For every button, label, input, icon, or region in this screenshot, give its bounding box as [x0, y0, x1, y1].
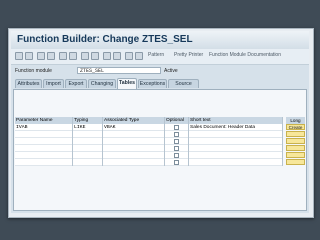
cell-associated-type[interactable]: [103, 138, 165, 145]
application-toolbar: Pattern Pretty Printer Function Module D…: [11, 49, 309, 65]
cell-optional: [165, 131, 189, 138]
function-module-label: Function module: [15, 68, 52, 74]
other-object-icon[interactable]: [47, 52, 55, 60]
table-header: Parameter Name Typing Associated Type Op…: [15, 117, 283, 124]
cell-parameter-name[interactable]: [15, 152, 73, 159]
cell-parameter-name[interactable]: [15, 131, 73, 138]
cell-associated-type[interactable]: [103, 131, 165, 138]
cell-typing[interactable]: [73, 131, 103, 138]
cell-typing[interactable]: LIKE: [73, 124, 103, 131]
optional-checkbox[interactable]: [174, 132, 179, 137]
table-row[interactable]: [15, 152, 283, 159]
window-title: Function Builder: Change ZTES_SEL: [17, 34, 193, 45]
cell-short-text[interactable]: Sales Document: Header Data: [189, 124, 283, 131]
table-row[interactable]: [15, 145, 283, 152]
cell-typing[interactable]: [73, 152, 103, 159]
long-text-button[interactable]: [286, 131, 305, 137]
table-row[interactable]: IVAB LIKE VBAK Sales Document: Header Da…: [15, 124, 283, 131]
function-module-field[interactable]: ZTES_SEL: [77, 67, 161, 74]
cell-optional: [165, 124, 189, 131]
header-short-text: Short text: [189, 117, 283, 124]
display-change-icon[interactable]: [37, 52, 45, 60]
cell-short-text[interactable]: [189, 145, 283, 152]
cell-short-text[interactable]: [189, 138, 283, 145]
header-parameter-name: Parameter Name: [15, 117, 73, 124]
test-icon[interactable]: [81, 52, 89, 60]
enhance-icon[interactable]: [125, 52, 133, 60]
activate-icon[interactable]: [69, 52, 77, 60]
table-row[interactable]: [15, 159, 283, 166]
tab-tables[interactable]: Tables: [117, 78, 137, 89]
header-typing: Typing: [73, 117, 103, 124]
long-text-button[interactable]: [286, 145, 305, 151]
create-long-text-button[interactable]: Create: [286, 124, 305, 130]
tab-import[interactable]: Import: [43, 79, 64, 88]
cell-short-text[interactable]: [189, 159, 283, 166]
check-icon[interactable]: [59, 52, 67, 60]
navigation-window-icon[interactable]: [113, 52, 121, 60]
table-row[interactable]: [15, 131, 283, 138]
function-module-documentation-button[interactable]: Function Module Documentation: [209, 52, 281, 58]
cell-optional: [165, 138, 189, 145]
cell-typing[interactable]: [73, 159, 103, 166]
header-associated-type: Associated Type: [103, 117, 165, 124]
pattern-button[interactable]: Pattern: [148, 52, 164, 58]
tab-attributes[interactable]: Attributes: [15, 79, 42, 88]
cell-associated-type[interactable]: VBAK: [103, 124, 165, 131]
cell-parameter-name[interactable]: IVAB: [15, 124, 73, 131]
tab-changing[interactable]: Changing: [88, 79, 116, 88]
optional-checkbox[interactable]: [174, 153, 179, 158]
title-bar: Function Builder: Change ZTES_SEL: [11, 31, 309, 49]
header-long-text: Long Text: [286, 117, 305, 130]
cell-typing[interactable]: [73, 138, 103, 145]
table-row[interactable]: [15, 138, 283, 145]
cell-parameter-name[interactable]: [15, 138, 73, 145]
pretty-printer-button[interactable]: Pretty Printer: [174, 52, 203, 58]
optional-checkbox[interactable]: [174, 125, 179, 130]
optional-checkbox[interactable]: [174, 139, 179, 144]
cell-associated-type[interactable]: [103, 152, 165, 159]
optional-checkbox[interactable]: [174, 146, 179, 151]
back-icon[interactable]: [15, 52, 23, 60]
display-object-list-icon[interactable]: [103, 52, 111, 60]
tab-source-code[interactable]: Source code: [168, 79, 199, 96]
tab-strip: Attributes Import Export Changing Tables…: [13, 78, 307, 96]
cell-parameter-name[interactable]: [15, 145, 73, 152]
cell-optional: [165, 159, 189, 166]
cell-short-text[interactable]: [189, 152, 283, 159]
cell-optional: [165, 145, 189, 152]
tab-exceptions[interactable]: Exceptions: [138, 79, 167, 88]
function-module-row: Function module ZTES_SEL Active: [11, 66, 309, 76]
long-text-button[interactable]: [286, 138, 305, 144]
help-icon[interactable]: [135, 52, 143, 60]
header-optional: Optional: [165, 117, 189, 124]
cell-optional: [165, 152, 189, 159]
cell-parameter-name[interactable]: [15, 159, 73, 166]
status-label: Active: [164, 68, 178, 74]
cell-associated-type[interactable]: [103, 159, 165, 166]
cell-short-text[interactable]: [189, 131, 283, 138]
cell-associated-type[interactable]: [103, 145, 165, 152]
forward-icon[interactable]: [25, 52, 33, 60]
tab-export[interactable]: Export: [65, 79, 87, 88]
cell-typing[interactable]: [73, 145, 103, 152]
optional-checkbox[interactable]: [174, 160, 179, 165]
long-text-button[interactable]: [286, 159, 305, 165]
where-used-icon[interactable]: [91, 52, 99, 60]
long-text-button[interactable]: [286, 152, 305, 158]
